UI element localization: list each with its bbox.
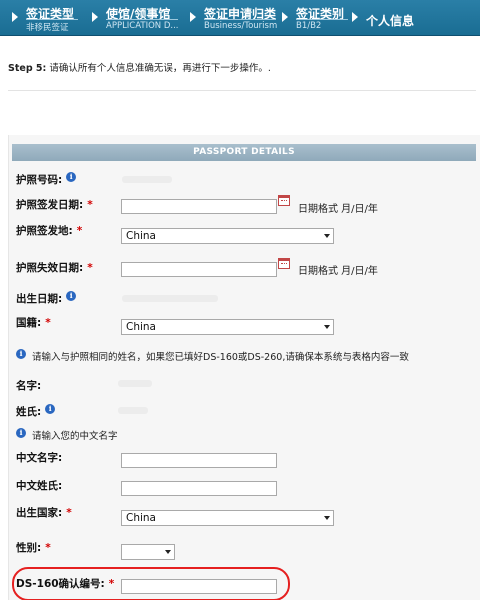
- chevron-right-icon: [12, 12, 18, 22]
- step-subtitle: 非移民签证: [26, 23, 69, 33]
- surname-value: [118, 407, 148, 414]
- required-marker: *: [87, 262, 93, 274]
- chevron-down-icon: [324, 234, 330, 238]
- label-text: 中文名字:: [16, 452, 63, 464]
- note-text: 请输入与护照相同的姓名，如果您已填好DS-160或DS-260,请确保本系统与表…: [32, 352, 409, 363]
- expiry-date-label: 护照失效日期: *: [16, 260, 93, 275]
- label-text: 出生国家:: [16, 507, 63, 519]
- chevron-right-icon: [92, 12, 98, 22]
- issue-date-label: 护照签发日期: *: [16, 197, 93, 212]
- gender-select[interactable]: [121, 544, 175, 560]
- required-marker: *: [87, 199, 93, 211]
- step-divider: [204, 19, 276, 20]
- step-divider: [26, 19, 78, 20]
- issue-place-label: 护照签发地: *: [16, 223, 82, 238]
- birth-country-label: 出生国家: *: [16, 505, 72, 520]
- label-text: 护照签发日期:: [16, 199, 84, 211]
- section-header: PASSPORT DETAILS: [12, 144, 476, 161]
- label-text: 护照号码:: [16, 174, 63, 186]
- step-divider: [296, 19, 348, 20]
- info-icon[interactable]: i: [45, 404, 56, 414]
- label-text: 姓氏:: [16, 406, 42, 418]
- chinese-surname-label: 中文姓氏:: [16, 478, 62, 493]
- step-subtitle: Business/Tourism: [204, 21, 278, 31]
- nationality-label: 国籍: *: [16, 315, 51, 330]
- info-icon: i: [16, 428, 26, 438]
- chevron-down-icon: [324, 516, 330, 520]
- required-marker: *: [76, 225, 83, 237]
- chinese-given-name-label: 中文名字:: [16, 450, 62, 465]
- label-text: 出生日期:: [16, 293, 63, 305]
- step-instruction: Step 5: 请确认所有个人信息准确无误，再进行下一步操作。.: [8, 60, 271, 74]
- step-title: 个人信息: [366, 14, 415, 28]
- birth-date-value: [122, 295, 218, 302]
- chevron-right-icon: [190, 12, 196, 22]
- label-text: 中文姓氏:: [16, 480, 63, 492]
- selected-value: China: [126, 512, 156, 524]
- surname-label: 姓氏: i: [16, 404, 56, 419]
- info-icon[interactable]: i: [66, 172, 77, 182]
- passport-number-label: 护照号码: i: [16, 172, 77, 187]
- step-number: Step 5:: [8, 63, 47, 74]
- info-icon: i: [16, 349, 26, 359]
- date-format-hint: 日期格式 月/日/年: [298, 204, 378, 215]
- chinese-surname-input[interactable]: [121, 481, 277, 496]
- chevron-down-icon: [324, 325, 330, 329]
- passport-number-value: [122, 176, 172, 183]
- chinese-given-name-input[interactable]: [121, 453, 277, 468]
- step-subtitle: APPLICATION D...: [106, 21, 179, 31]
- label-text: 护照签发地:: [16, 225, 73, 237]
- label-text: 名字:: [16, 380, 42, 392]
- chevron-right-icon: [352, 12, 358, 22]
- step-bar: 签证类型 非移民签证 使馆/领事馆 APPLICATION D... 签证申请归…: [0, 0, 480, 36]
- info-icon[interactable]: i: [66, 291, 77, 301]
- required-marker: *: [45, 317, 51, 329]
- label-text: 性别:: [16, 542, 42, 554]
- divider: [8, 90, 476, 91]
- selected-value: China: [126, 321, 156, 333]
- date-format-hint: 日期格式 月/日/年: [298, 266, 378, 277]
- step-subtitle: B1/B2: [296, 21, 322, 31]
- label-text: 国籍:: [16, 317, 42, 329]
- instruction-text: 请确认所有个人信息准确无误，再进行下一步操作。.: [46, 63, 271, 74]
- given-name-value: [118, 380, 152, 387]
- issue-date-input[interactable]: [121, 199, 277, 214]
- birth-date-label: 出生日期: i: [16, 291, 77, 306]
- label-text: 护照失效日期:: [16, 262, 84, 274]
- chevron-down-icon: [165, 550, 171, 554]
- given-name-label: 名字:: [16, 378, 41, 393]
- calendar-icon[interactable]: [278, 258, 290, 269]
- highlight-annotation: [12, 567, 290, 600]
- expiry-date-input[interactable]: [121, 262, 277, 277]
- selected-value: China: [126, 230, 156, 242]
- note-text: 请输入您的中文名字: [32, 431, 118, 442]
- nationality-select[interactable]: China: [121, 319, 334, 335]
- chevron-right-icon: [282, 12, 288, 22]
- name-match-note: i 请输入与护照相同的姓名，如果您已填好DS-160或DS-260,请确保本系统与…: [16, 349, 409, 363]
- gender-label: 性别: *: [16, 540, 51, 555]
- required-marker: *: [66, 507, 72, 519]
- required-marker: *: [45, 542, 51, 554]
- issue-place-select[interactable]: China: [121, 228, 334, 244]
- calendar-icon[interactable]: [278, 195, 290, 206]
- step-divider: [106, 19, 178, 20]
- birth-country-select[interactable]: China: [121, 510, 334, 526]
- chinese-name-note: i 请输入您的中文名字: [16, 428, 118, 442]
